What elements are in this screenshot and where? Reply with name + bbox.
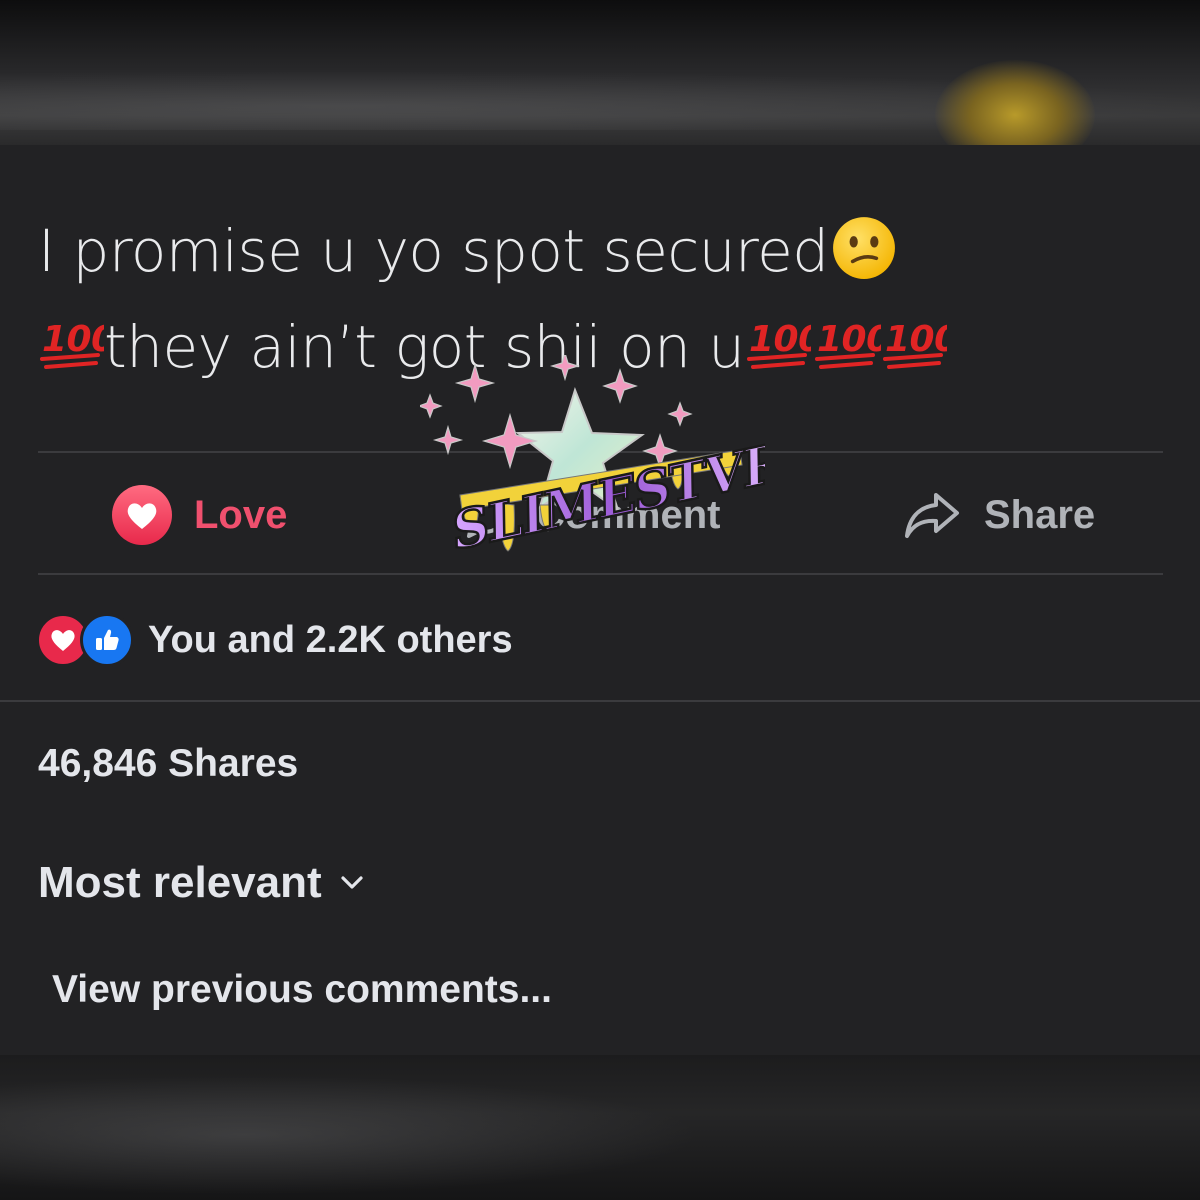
chevron-down-icon [341,876,363,889]
sort-label: Most relevant [38,858,322,907]
share-label: Share [984,492,1096,537]
divider [0,700,1200,702]
reactions-summary[interactable]: You and 2.2K others [36,613,513,667]
love-label: Love [194,492,288,537]
hundred-points-icon: 100 [40,319,104,369]
blurred-background-top [0,0,1200,145]
view-previous-comments-link[interactable]: View previous comments... [52,968,552,1012]
reactions-summary-text: You and 2.2K others [148,618,513,661]
love-reaction-icon [110,483,174,547]
confused-face-icon [832,217,895,279]
love-button[interactable]: Love [110,485,287,545]
hundred-points-icon: 100 [814,319,881,369]
hundred-points-icon: 100 [882,319,947,369]
share-button[interactable]: Share [900,485,1095,545]
slimestvr-watermark-logo: SLIMESTVR [420,355,765,563]
share-arrow-icon [900,483,964,547]
comment-sort-dropdown[interactable]: Most relevant [38,858,364,908]
post-card: I promise u yo spot secured 100they ain’… [0,145,1200,1055]
shares-count[interactable]: 46,846 Shares [38,742,298,786]
post-text-line-1: I promise u yo spot secured [38,203,1168,299]
like-reaction-icon [80,613,134,667]
blurred-background-bottom [0,1055,1200,1200]
